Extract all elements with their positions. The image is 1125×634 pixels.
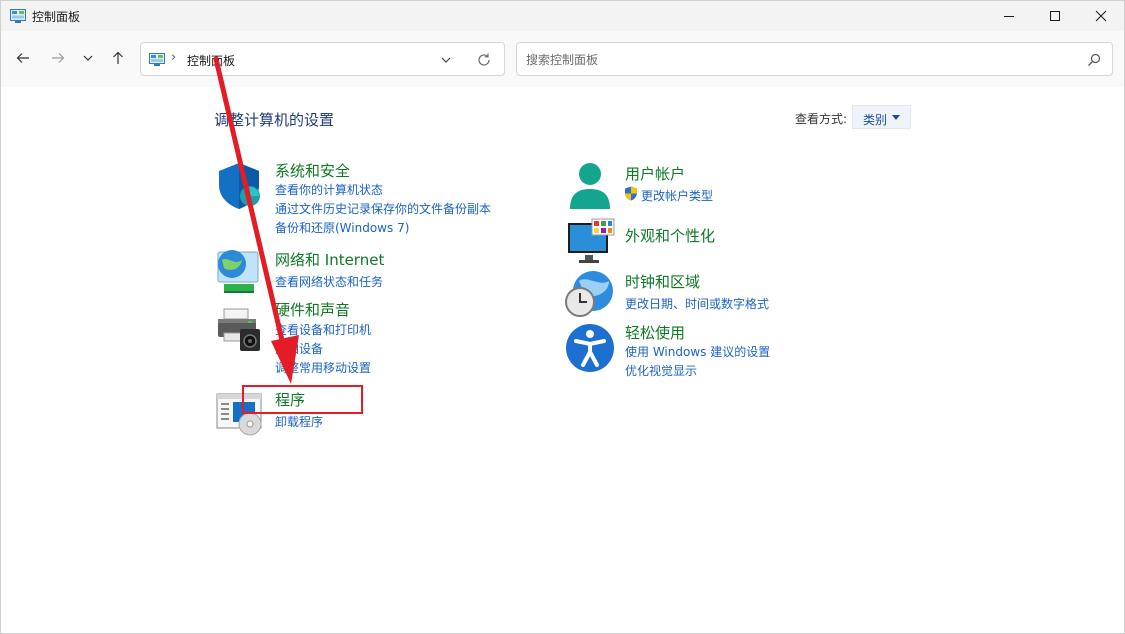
category-hardware-sound[interactable]: 硬件和声音 bbox=[275, 299, 350, 320]
link-backup-restore[interactable]: 备份和还原(Windows 7) bbox=[275, 219, 409, 236]
printer-icon[interactable] bbox=[214, 305, 264, 355]
up-arrow-icon bbox=[113, 51, 123, 64]
accessibility-icon[interactable] bbox=[565, 323, 615, 373]
link-add-device[interactable]: 添加设备 bbox=[275, 340, 323, 357]
link-change-account-type[interactable]: 更改帐户类型 bbox=[641, 187, 713, 204]
back-button[interactable] bbox=[12, 47, 34, 69]
page-title: 调整计算机的设置 bbox=[214, 111, 335, 129]
network-globe-icon[interactable] bbox=[214, 246, 264, 296]
search-icon[interactable] bbox=[1087, 53, 1101, 67]
search-box[interactable] bbox=[516, 42, 1113, 76]
forward-arrow-icon bbox=[52, 53, 65, 63]
link-devices-printers[interactable]: 查看设备和打印机 bbox=[275, 321, 371, 338]
link-file-history[interactable]: 通过文件历史记录保存你的文件备份副本 bbox=[275, 200, 491, 217]
view-by-value: 类别 bbox=[863, 113, 888, 127]
control-panel-icon bbox=[10, 9, 26, 23]
control-panel-window: 控制面板 › 控制面板 搜索控制面板 调整计算机的设置 查看方式: 类别 系统和… bbox=[0, 0, 1125, 634]
window-title: 控制面板 bbox=[32, 10, 81, 24]
breadcrumb-control-panel[interactable]: 控制面板 bbox=[187, 52, 235, 69]
category-system-security[interactable]: 系统和安全 bbox=[275, 160, 350, 181]
category-clock-region[interactable]: 时钟和区域 bbox=[625, 271, 700, 292]
caret-down-icon bbox=[892, 115, 900, 120]
category-appearance-personalization[interactable]: 外观和个性化 bbox=[625, 225, 715, 246]
forward-button[interactable] bbox=[47, 47, 69, 69]
link-uninstall-program[interactable]: 卸载程序 bbox=[275, 413, 323, 430]
view-by-label: 查看方式: bbox=[795, 112, 848, 126]
annotation-highlight-box bbox=[242, 385, 363, 414]
link-windows-recommended-settings[interactable]: 使用 Windows 建议的设置 bbox=[625, 343, 770, 360]
annotation-arrow bbox=[213, 56, 299, 384]
close-button[interactable] bbox=[1078, 1, 1124, 31]
refresh-icon[interactable] bbox=[476, 52, 492, 68]
link-optimize-visual-display[interactable]: 优化视觉显示 bbox=[625, 362, 697, 379]
view-by-dropdown[interactable]: 类别 bbox=[852, 105, 911, 129]
link-view-computer-status[interactable]: 查看你的计算机状态 bbox=[275, 181, 383, 198]
maximize-icon bbox=[1050, 11, 1060, 21]
navigation-bar: › 控制面板 bbox=[1, 31, 1124, 87]
maximize-button[interactable] bbox=[1032, 1, 1078, 31]
control-panel-icon bbox=[149, 53, 165, 66]
back-arrow-icon bbox=[16, 53, 29, 63]
minimize-button[interactable] bbox=[986, 1, 1032, 31]
user-icon[interactable] bbox=[565, 161, 615, 211]
title-bar: 控制面板 bbox=[1, 1, 1124, 31]
link-network-status[interactable]: 查看网络状态和任务 bbox=[275, 273, 383, 290]
up-button[interactable] bbox=[107, 47, 129, 69]
category-user-accounts[interactable]: 用户帐户 bbox=[625, 163, 685, 184]
monitor-icon[interactable] bbox=[565, 217, 615, 267]
link-change-date-time-format[interactable]: 更改日期、时间或数字格式 bbox=[625, 295, 769, 312]
category-network-internet[interactable]: 网络和 Internet bbox=[275, 249, 384, 270]
uac-shield-icon bbox=[625, 186, 637, 201]
minimize-icon bbox=[1004, 16, 1014, 17]
chevron-down-icon bbox=[83, 55, 93, 61]
breadcrumb-separator: › bbox=[171, 50, 177, 65]
search-input[interactable] bbox=[526, 51, 1066, 69]
chevron-down-icon[interactable] bbox=[439, 53, 453, 67]
recent-locations-button[interactable] bbox=[77, 47, 99, 69]
category-ease-of-access[interactable]: 轻松使用 bbox=[625, 322, 685, 343]
shield-icon[interactable] bbox=[215, 161, 265, 211]
link-mobility-settings[interactable]: 调整常用移动设置 bbox=[275, 359, 371, 376]
close-icon bbox=[1095, 10, 1107, 22]
clock-globe-icon[interactable] bbox=[565, 269, 615, 319]
address-bar[interactable]: › 控制面板 bbox=[140, 42, 505, 76]
